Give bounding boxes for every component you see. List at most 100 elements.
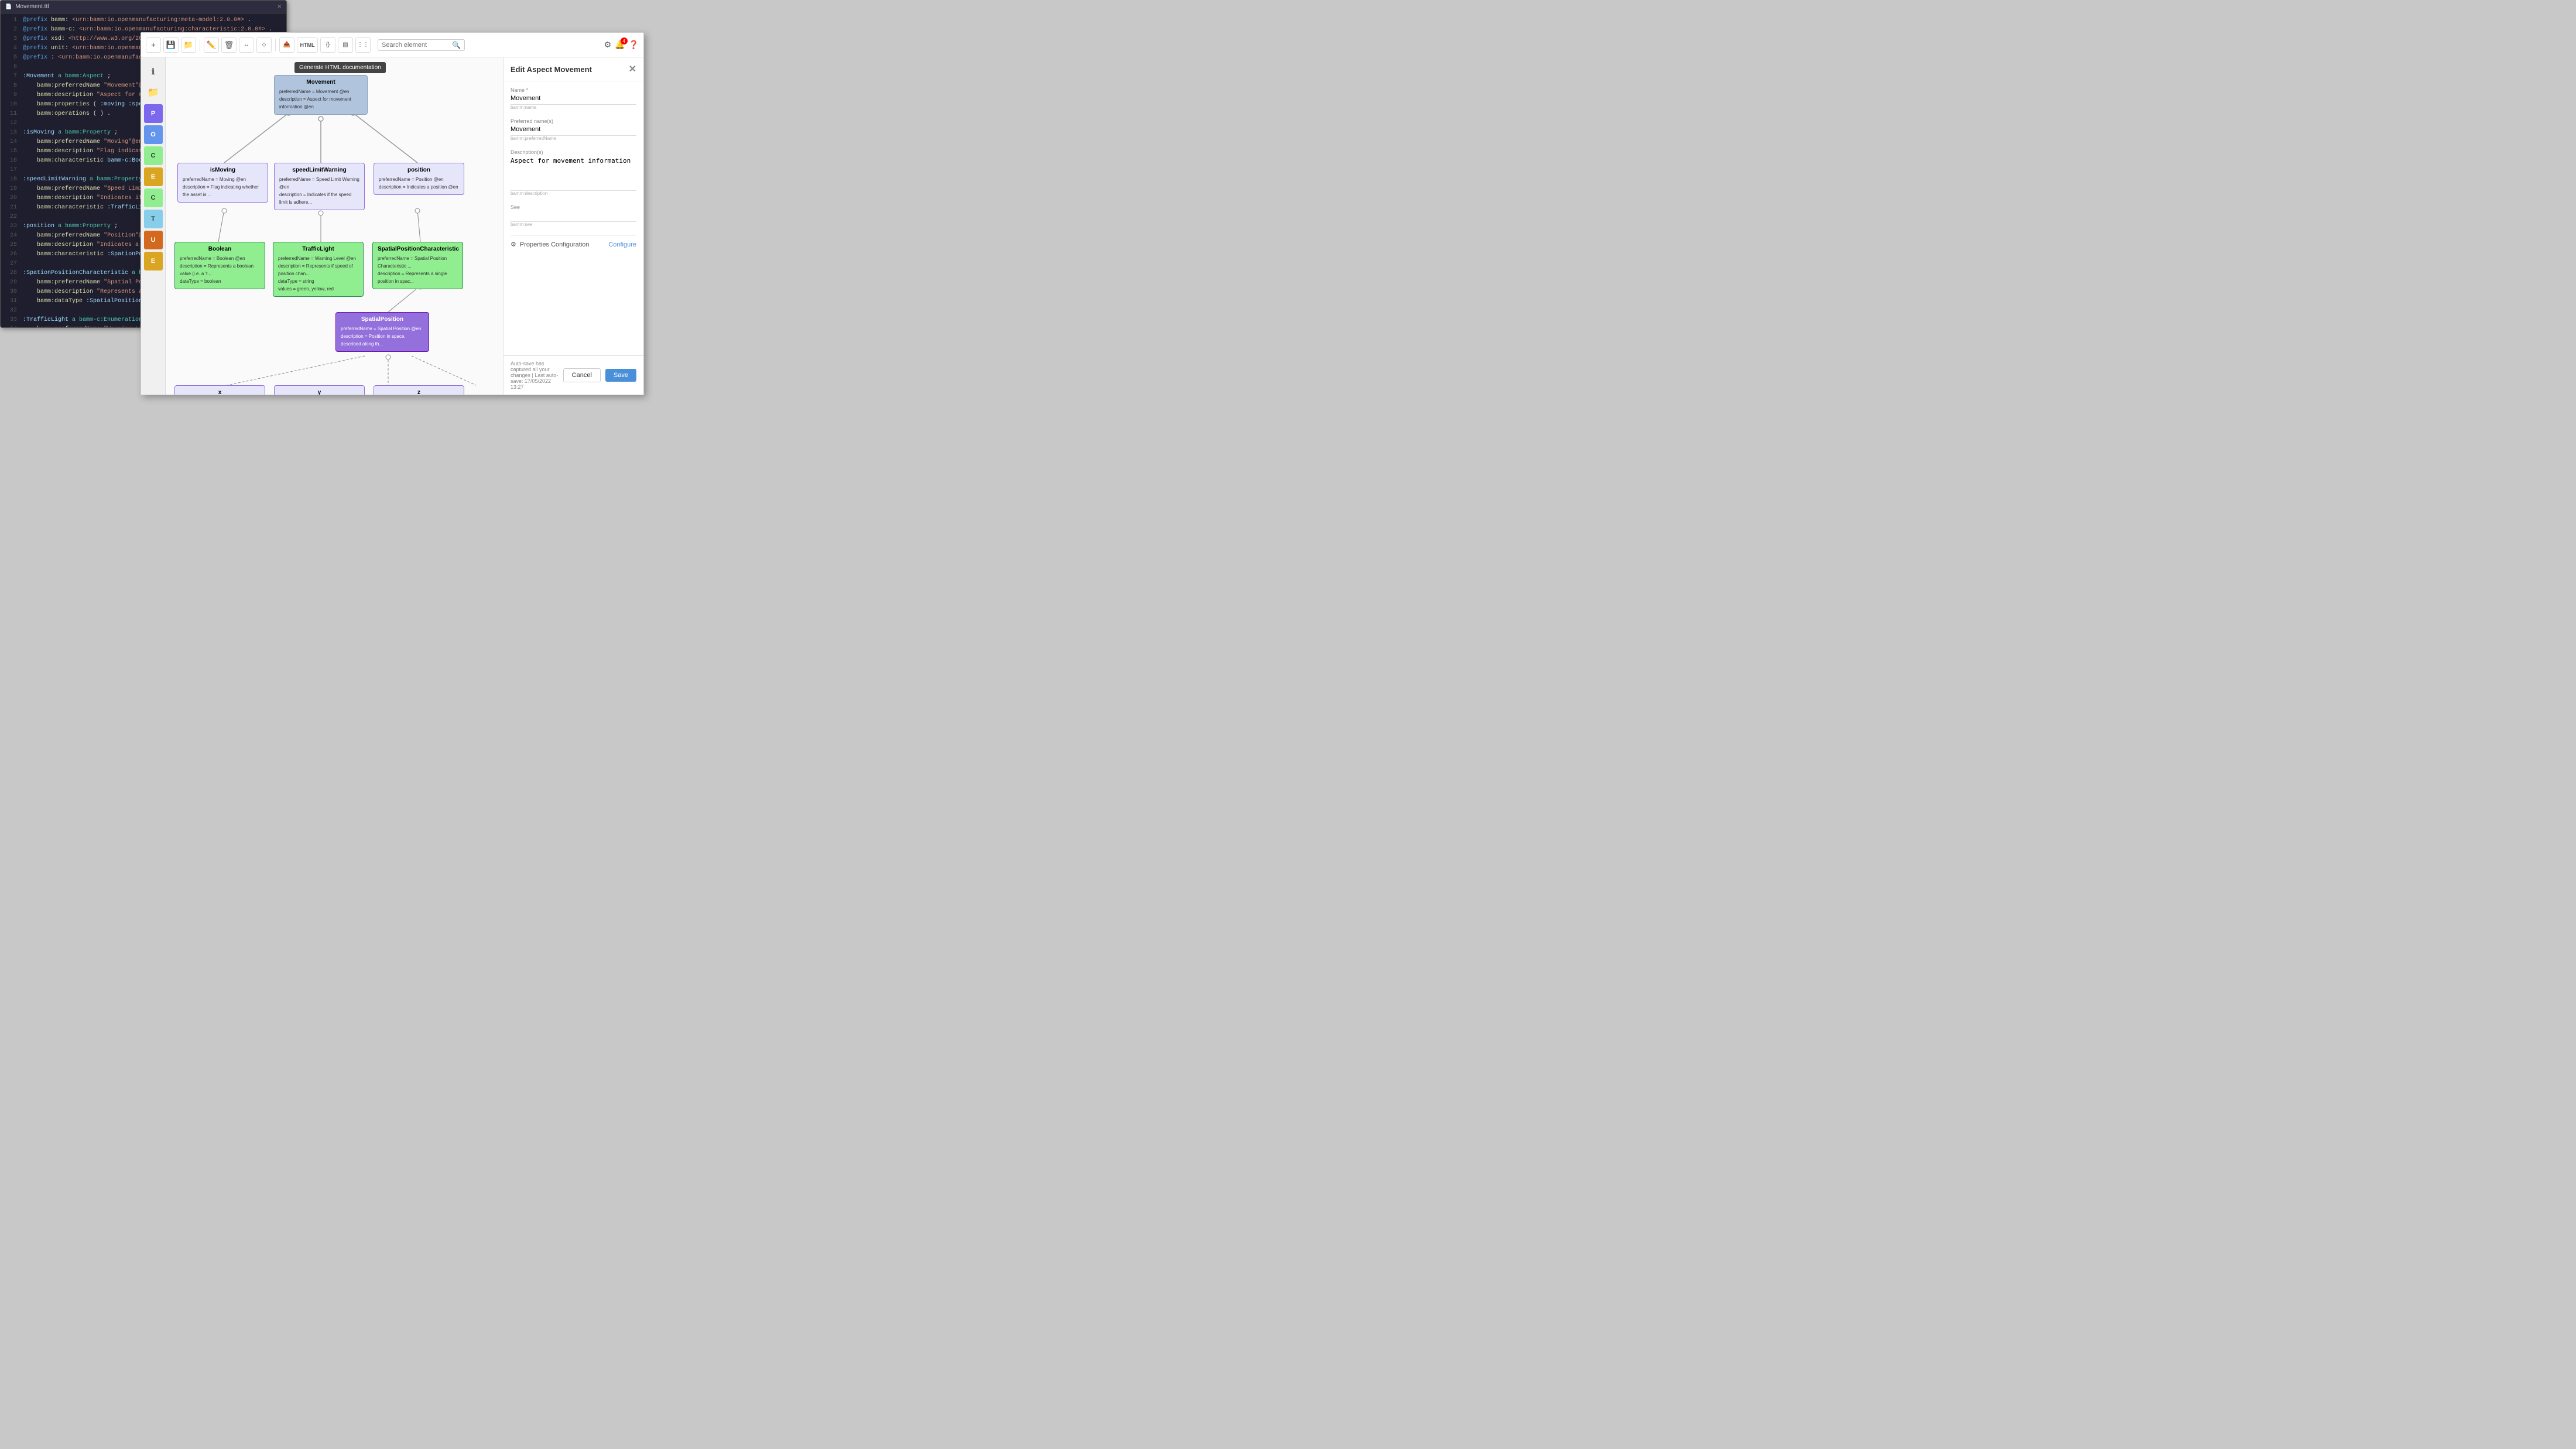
node-spatialposchar-title: SpatialPositionCharacteristic [378, 246, 458, 252]
delete-button[interactable]: 🗑 [221, 37, 237, 53]
field-name-label: Name * [511, 87, 636, 93]
node-spatialposchar-row2: description = Represents a single positi… [378, 270, 458, 285]
node-speedlimitwarning-row2: description = Indicates if the speed lim… [279, 191, 359, 206]
node-trafficlight-row4: values = green, yellow, red [278, 285, 358, 293]
properties-config-section[interactable]: ⚙ Properties Configuration Configure [511, 235, 636, 253]
sidebar: ℹ 📁 P O C E C T U E [141, 57, 166, 395]
toolbar-divider [275, 39, 276, 51]
cancel-button[interactable]: Cancel [563, 368, 601, 382]
node-movement-row1: preferredName = Movement @en [279, 88, 362, 95]
sidebar-item-folder[interactable]: 📁 [144, 83, 163, 102]
edit-button[interactable]: ✏️ [204, 37, 219, 53]
panel-body: Name * bamm:name Preferred name(s) bamm:… [503, 81, 643, 355]
node-boolean-title: Boolean [180, 246, 260, 252]
field-name-meta: bamm:name [511, 105, 636, 110]
toolbar: + 💾 📁 ✏️ 🗑 ↔ ⬦ 📤 HTML {} ▤ ⋮⋮ 🔍 ⚙ 🔔 4 ❓ [141, 33, 643, 57]
node-spatialposchar[interactable]: SpatialPositionCharacteristic preferredN… [372, 242, 463, 289]
sidebar-item-C2[interactable]: C [144, 189, 163, 207]
field-name-value [511, 95, 636, 105]
relation-button[interactable]: ⬦ [256, 37, 272, 53]
format1-button[interactable]: ▤ [338, 37, 353, 53]
notifications-button[interactable]: 🔔 4 [615, 40, 625, 50]
field-name-input[interactable] [511, 95, 636, 102]
format2-button[interactable]: ⋮⋮ [355, 37, 371, 53]
save-button[interactable]: 💾 [163, 37, 179, 53]
tooltip-html-documentation: Generate HTML documentation [294, 62, 386, 73]
node-trafficlight-row1: preferredName = Warning Level @en [278, 255, 358, 262]
field-see-label: See [511, 204, 636, 210]
node-position[interactable]: position preferredName = Position @en de… [374, 163, 464, 195]
node-spatialpos[interactable]: SpatialPosition preferredName = Spatial … [335, 312, 429, 352]
node-movement[interactable]: Movement preferredName = Movement @en de… [274, 75, 368, 115]
sidebar-item-E[interactable]: E [144, 167, 163, 186]
properties-config-label: Properties Configuration [520, 241, 590, 248]
search-input[interactable] [382, 42, 452, 49]
node-ismoving-row1: preferredName = Moving @en [183, 176, 263, 183]
html-button[interactable]: HTML [297, 37, 318, 53]
node-ismoving[interactable]: isMoving preferredName = Moving @en desc… [177, 163, 268, 203]
node-boolean-row1: preferredName = Boolean @en [180, 255, 260, 262]
code-editor-titlebar: 📄 Movement.ttl ✕ [1, 1, 286, 13]
settings-button[interactable]: ⚙ [604, 40, 612, 50]
editor-close[interactable]: ✕ [277, 4, 282, 10]
main-diagram-window: + 💾 📁 ✏️ 🗑 ↔ ⬦ 📤 HTML {} ▤ ⋮⋮ 🔍 ⚙ 🔔 4 ❓ [141, 32, 644, 395]
sidebar-item-T[interactable]: T [144, 210, 163, 228]
open-button[interactable]: 📁 [181, 37, 196, 53]
main-content: ℹ 📁 P O C E C T U E Generate HTML docume… [141, 57, 643, 395]
field-description-value: Aspect for movement information [511, 157, 636, 191]
field-preferred-name-input[interactable] [511, 126, 636, 133]
node-trafficlight[interactable]: TrafficLight preferredName = Warning Lev… [273, 242, 364, 297]
sidebar-item-O[interactable]: O [144, 125, 163, 144]
export-button[interactable]: 📤 [279, 37, 294, 53]
node-speedlimitwarning-title: speedLimitWarning [279, 167, 359, 173]
field-see-value [511, 212, 636, 222]
node-trafficlight-row3: dataType = string [278, 278, 358, 285]
node-x[interactable]: x preferredName = x @en description = x … [174, 385, 265, 395]
field-see-meta: bamm:see [511, 222, 636, 227]
sidebar-item-info[interactable]: ℹ [144, 62, 163, 81]
field-see-group: See bamm:see [511, 204, 636, 227]
node-spatialpos-row2: description = Position in space, describ… [341, 333, 424, 348]
sidebar-item-P[interactable]: P [144, 104, 163, 123]
field-description-group: Description(s) Aspect for movement infor… [511, 149, 636, 196]
configure-link[interactable]: Configure [608, 241, 636, 248]
properties-icon: ⚙ [511, 241, 516, 248]
panel-title: Edit Aspect Movement [511, 65, 592, 74]
node-position-row1: preferredName = Position @en [379, 176, 459, 183]
sidebar-item-U[interactable]: U [144, 231, 163, 249]
node-z-title: z [379, 389, 459, 395]
node-y[interactable]: y preferredName = y @en description = y … [274, 385, 365, 395]
sidebar-item-C[interactable]: C [144, 146, 163, 165]
node-boolean[interactable]: Boolean preferredName = Boolean @en desc… [174, 242, 265, 289]
sidebar-item-E2[interactable]: E [144, 252, 163, 270]
panel-close-button[interactable]: ✕ [629, 63, 636, 75]
node-trafficlight-row2: description = Represents if speed of pos… [278, 262, 358, 278]
node-x-title: x [180, 389, 260, 395]
field-see-input[interactable] [511, 212, 636, 219]
node-position-title: position [379, 167, 459, 173]
connect-button[interactable]: ↔ [239, 37, 254, 53]
node-ismoving-title: isMoving [183, 167, 263, 173]
node-movement-title: Movement [279, 79, 362, 85]
node-spatialpos-row1: preferredName = Spatial Position @en [341, 325, 424, 333]
field-preferred-name-label: Preferred name(s) [511, 118, 636, 124]
node-y-title: y [279, 389, 359, 395]
field-description-input[interactable]: Aspect for movement information [511, 157, 636, 186]
node-boolean-row3: dataType = boolean [180, 278, 260, 285]
notification-badge: 4 [621, 37, 628, 44]
help-button[interactable]: ❓ [629, 40, 639, 50]
json-button[interactable]: {} [320, 37, 335, 53]
diagram-canvas[interactable]: Generate HTML documentation [166, 57, 503, 395]
node-position-row2: description = Indicates a position @en [379, 183, 459, 191]
field-description-meta: bamm:description [511, 191, 636, 196]
node-z[interactable]: z preferredName = z @en description = z … [374, 385, 464, 395]
auto-save-text: Auto-save has captured all your changes … [511, 361, 559, 390]
field-description-label: Description(s) [511, 149, 636, 155]
panel-footer: Auto-save has captured all your changes … [503, 355, 643, 395]
save-button[interactable]: Save [605, 369, 636, 382]
add-button[interactable]: + [146, 37, 161, 53]
node-spatialpos-title: SpatialPosition [341, 316, 424, 323]
node-speedlimitwarning[interactable]: speedLimitWarning preferredName = Speed … [274, 163, 365, 210]
editor-icon: 📄 [5, 4, 12, 10]
edit-panel: Edit Aspect Movement ✕ Name * bamm:name … [503, 57, 643, 395]
